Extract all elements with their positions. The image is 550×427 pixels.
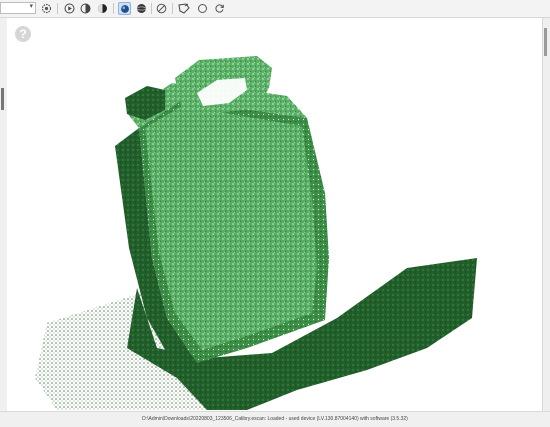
scan-viewport[interactable]: ?	[7, 18, 542, 411]
crop-button[interactable]	[177, 2, 190, 15]
refresh-icon	[215, 4, 224, 13]
toolbar-separator	[151, 3, 152, 14]
left-panel-edge	[0, 18, 7, 411]
half-fill-button[interactable]	[96, 2, 109, 15]
help-icon[interactable]: ?	[15, 26, 31, 42]
settings-icon	[41, 3, 52, 14]
half-fill-icon	[98, 4, 107, 13]
refresh-button[interactable]	[213, 2, 226, 15]
play-button[interactable]	[63, 2, 76, 15]
disable-icon	[156, 3, 167, 14]
chevron-down-icon: ▾	[29, 3, 33, 10]
toolbar: ▾	[0, 0, 550, 18]
play-icon	[64, 3, 75, 14]
status-bar: D:\Admin\Downloads\20220803_123506_Calib…	[0, 411, 550, 427]
crop-icon	[177, 3, 190, 14]
sphere-button[interactable]	[135, 2, 148, 15]
toolbar-separator	[57, 3, 58, 14]
render-mode-points-icon	[120, 4, 129, 13]
right-panel-edge	[542, 18, 550, 411]
panel-splitter-handle[interactable]	[1, 88, 4, 110]
view-select[interactable]: ▾	[0, 2, 36, 14]
settings-button[interactable]	[40, 2, 53, 15]
contrast-button[interactable]	[79, 2, 92, 15]
sphere-icon	[136, 4, 147, 13]
status-text: D:\Admin\Downloads\20220803_123506_Calib…	[142, 416, 408, 422]
circle-icon	[198, 4, 207, 13]
disable-button[interactable]	[155, 2, 168, 15]
toolbar-separator	[172, 3, 173, 14]
vertical-scrollbar-thumb[interactable]	[544, 28, 547, 56]
circle-button[interactable]	[196, 2, 209, 15]
toolbar-separator	[113, 3, 114, 14]
point-cloud-scene	[35, 56, 477, 410]
contrast-icon	[80, 3, 91, 14]
render-mode-points-button[interactable]	[118, 2, 131, 15]
